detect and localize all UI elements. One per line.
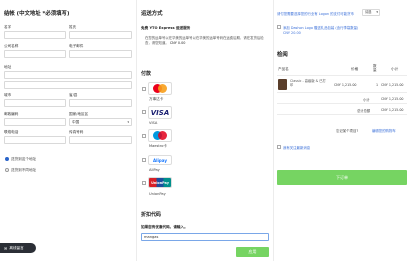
header-qty: 数量	[373, 64, 377, 72]
payment-title: 付款	[141, 71, 152, 77]
currency-select[interactable]: 请选 ▾	[362, 9, 380, 16]
mastercard-logo	[153, 84, 167, 93]
phone-label: 联络电话	[4, 130, 19, 134]
postcode-field[interactable]	[4, 118, 66, 126]
address-label: 地址	[4, 65, 12, 69]
unionpay-icon: UnionPay	[148, 177, 172, 188]
total-row: 总计总额 CNY 1,215.00	[277, 105, 407, 115]
chevron-down-icon: ▾	[376, 10, 378, 14]
forgot-item-label: 忘记某个项目?	[336, 129, 359, 133]
last-name-label: 姓氏	[69, 25, 77, 29]
total-label: 总计总额	[357, 109, 371, 113]
province-label: 省/县	[69, 93, 78, 97]
product-thumbnail	[278, 79, 287, 90]
billing-title: 结帐 (中文地址 *必须填写)	[4, 11, 70, 17]
ship-different-address-radio[interactable]	[5, 168, 9, 172]
visa-logo-text: VISA	[150, 108, 170, 117]
newsletter-checkbox[interactable]	[277, 145, 281, 149]
payment-label-alipay: AliPay	[149, 168, 160, 172]
fax-label: 传真号码	[69, 130, 84, 134]
chat-icon: ✉	[4, 245, 8, 251]
payment-radio-alipay[interactable]	[142, 158, 146, 162]
discount-code-value: mangas	[144, 235, 159, 239]
company-field[interactable]	[4, 50, 66, 58]
subtotal-row: 小计 CNY 1,215.00	[277, 94, 407, 104]
review-title: 检阅	[277, 52, 288, 58]
billing-section: 结帐 (中文地址 *必须填写) 名字 姓氏 公司名称 电子邮件 地址 城市 省/…	[0, 0, 135, 261]
country-label: 国家/地区区	[69, 112, 89, 116]
city-field[interactable]	[4, 99, 66, 107]
fax-field[interactable]	[69, 136, 132, 144]
currency-select-value: 请选	[365, 10, 372, 14]
first-name-label: 名字	[4, 25, 12, 29]
mastercard-icon	[148, 82, 172, 95]
shipping-payment-section: 运送方式 免费 YTO Express 运送服务 在您的运单号以在华美的运单号以…	[137, 0, 272, 261]
email-label: 电子邮件	[69, 44, 84, 48]
alipay-logo-text: Alipay	[153, 157, 167, 163]
gift-wrap-price: CNY 20.00	[283, 31, 301, 35]
discount-title: 折扣代码	[141, 212, 162, 218]
discount-code-input[interactable]: mangas	[141, 233, 269, 241]
email-field[interactable]	[69, 50, 132, 58]
ship-different-address-label: 送货到不同地址	[11, 168, 37, 172]
shipping-method-desc: 在您的运单号以在华美的运单号以在华美的运单号码在运费后期，请在发货后检查，请您知…	[145, 36, 268, 46]
shipping-title: 运送方式	[141, 11, 163, 17]
apply-discount-label: 应用	[248, 249, 257, 254]
place-order-label: 下订单	[336, 174, 348, 180]
ship-same-address-radio[interactable]	[5, 157, 9, 161]
review-section: 请付您需要选择您的行业有 Logon 的支付可能货币 请选 ▾ 添加 Dasho…	[274, 0, 415, 261]
gift-wrap-label: 添加 Dashon Logo 赠送礼品包装 (含行李袋数量)	[283, 26, 359, 30]
gift-wrap-checkbox[interactable]	[277, 25, 281, 29]
header-product: 产品名	[278, 67, 289, 71]
subtotal-value: CNY 1,215.00	[381, 97, 404, 101]
address-field-2[interactable]	[4, 81, 132, 89]
shipping-price: CNY 0.00	[169, 41, 186, 45]
shipping-method-desc-text: 在您的运单号以在华美的运单号以在华美的运单号码在运费后期，请在发货后检查，请您知…	[145, 36, 264, 45]
payment-radio-mastercard[interactable]	[142, 87, 146, 91]
first-name-field[interactable]	[4, 31, 66, 39]
place-order-button[interactable]: 下订单	[277, 170, 407, 185]
header-subtotal: 小计	[391, 67, 399, 71]
company-label: 公司名称	[4, 44, 19, 48]
payment-radio-visa[interactable]	[142, 110, 146, 114]
shipping-method-title: 免费 YTO Express 运送服务	[141, 26, 191, 30]
maestro-icon	[148, 129, 172, 142]
payment-radio-unionpay[interactable]	[142, 181, 146, 185]
payment-label-unionpay: UnionPay	[149, 192, 166, 196]
visa-icon: VISA	[148, 106, 172, 119]
total-value: CNY 1,215.00	[381, 108, 404, 112]
payment-label-mastercard: 万事达卡	[149, 97, 164, 101]
chat-label: 离线留言	[9, 245, 24, 250]
currency-note-link[interactable]: 请付您需要选择您的行业有 Logon 的支付可能货币	[277, 11, 354, 16]
product-subtotal: CNY 1,215.00	[381, 83, 404, 87]
address-field-1[interactable]	[4, 71, 132, 79]
payment-label-maestro: Maestro卡	[149, 144, 167, 148]
country-select-value: 中国	[72, 120, 80, 124]
city-label: 城市	[4, 93, 12, 97]
ship-same-address-label: 送货到这个地址	[11, 157, 37, 161]
subtotal-label: 小计	[363, 98, 370, 102]
country-select[interactable]: 中国 ▾	[69, 118, 132, 126]
alipay-icon: Alipay	[148, 155, 172, 165]
apply-discount-button[interactable]: 应用	[236, 247, 269, 257]
province-field[interactable]	[69, 99, 132, 107]
edit-cart-link[interactable]: 编辑您的购物车	[372, 128, 396, 133]
header-price: 价格	[351, 67, 359, 71]
chevron-down-icon: ▾	[127, 120, 129, 124]
table-row: Classic - 高级版 & 已打印 CNY 1,215.00 1 CNY 1…	[277, 77, 407, 93]
postcode-label: 邮政编码	[4, 112, 19, 116]
product-name: Classic - 高级版 & 已打印	[290, 79, 326, 87]
last-name-field[interactable]	[69, 31, 132, 39]
newsletter-label: 我有关注最新消息	[283, 146, 311, 150]
payment-radio-maestro[interactable]	[142, 134, 146, 138]
product-price: CNY 1,215.00	[334, 83, 357, 87]
table-header: 产品名 价格 数量 小计	[277, 62, 407, 76]
payment-label-visa: VISA	[149, 121, 158, 125]
offline-chat-button[interactable]: ✉ 离线留言	[0, 243, 36, 253]
phone-field[interactable]	[4, 136, 66, 144]
unionpay-logo-text: UnionPay	[151, 180, 169, 185]
discount-prompt: 如果您有优惠代码，请输入。	[141, 225, 188, 229]
product-qty: 1	[376, 83, 379, 87]
maestro-logo	[153, 131, 167, 140]
